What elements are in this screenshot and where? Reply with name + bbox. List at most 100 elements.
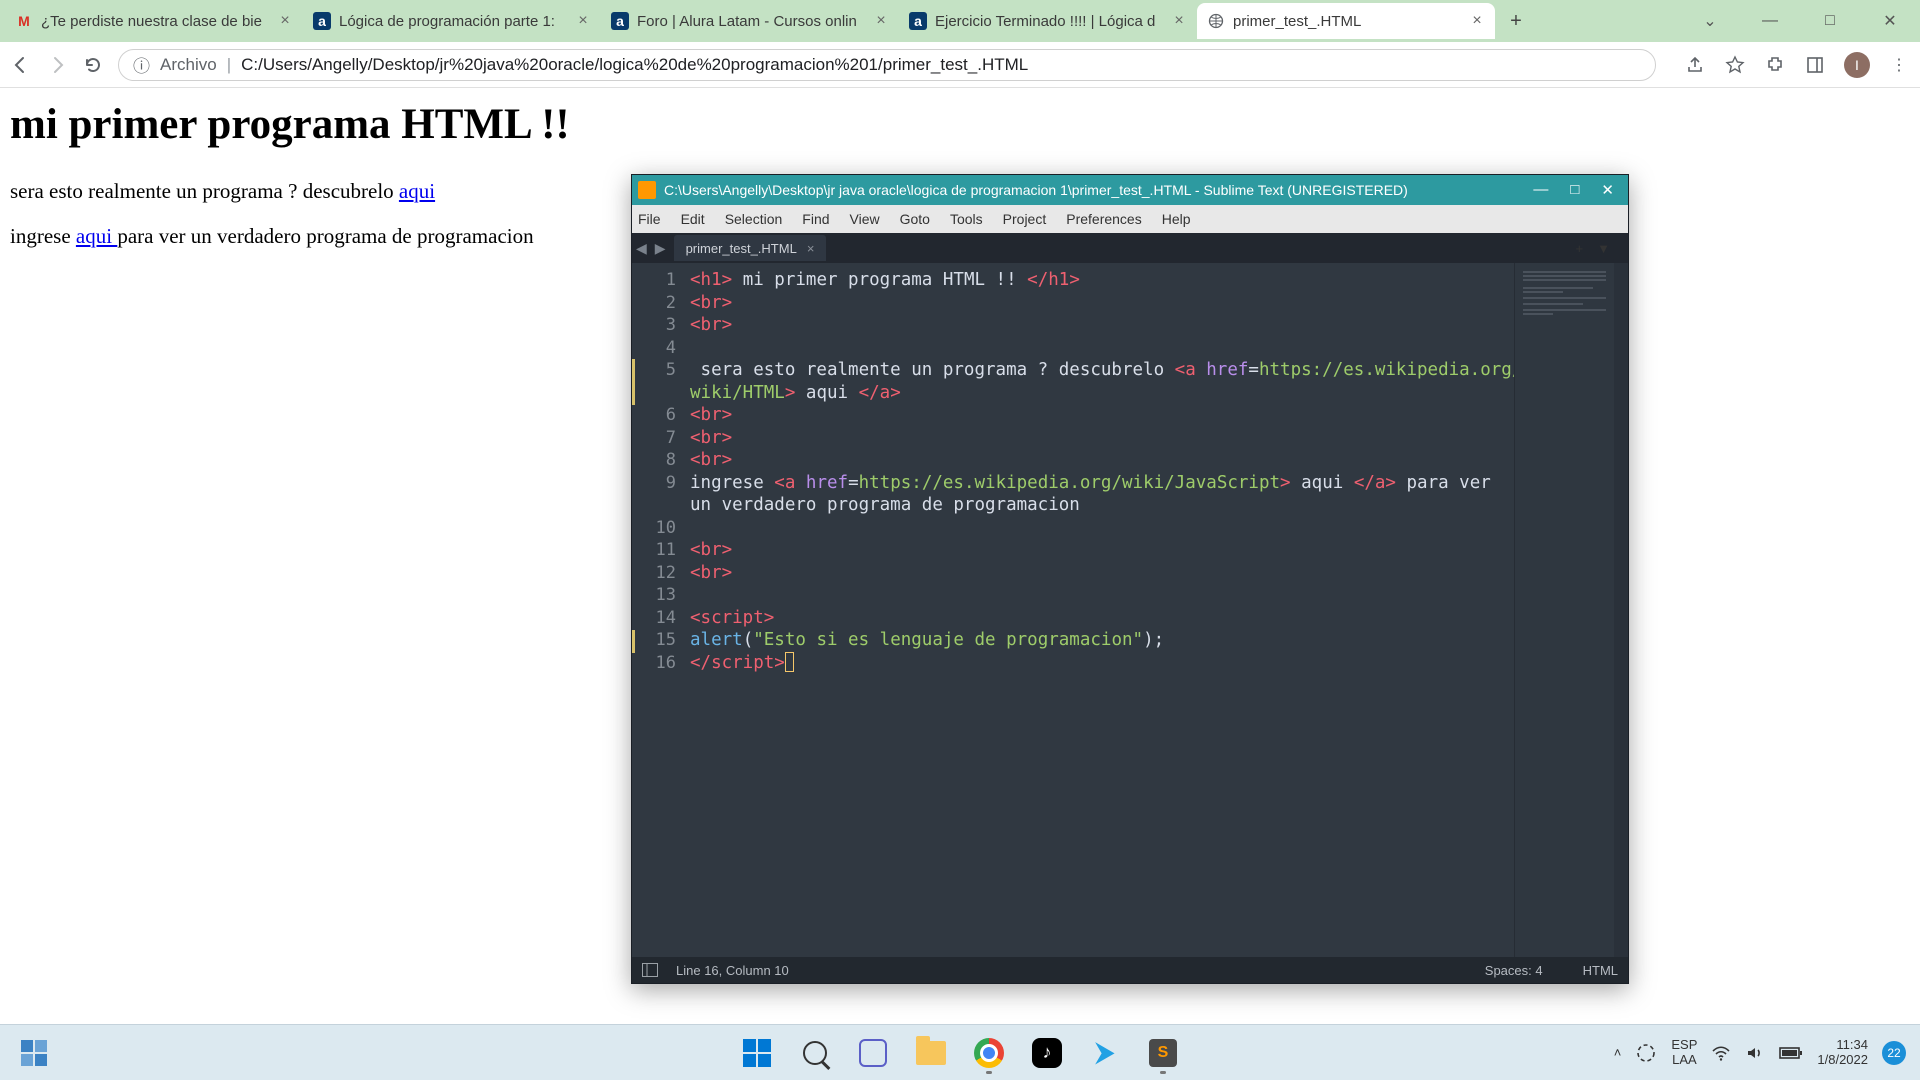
alura-icon: a [611, 12, 629, 30]
chevron-down-icon[interactable]: ▼ [1597, 241, 1610, 256]
file-tab-label: primer_test_.HTML [686, 241, 797, 256]
tiktok-button[interactable]: ♪ [1025, 1031, 1069, 1075]
browser-tab[interactable]: a Ejercicio Terminado !!!! | Lógica d × [899, 3, 1197, 39]
sublime-icon [638, 181, 656, 199]
chrome-tab-strip: M ¿Te perdiste nuestra clase de bie × a … [0, 0, 1920, 42]
browser-tab-active[interactable]: primer_test_.HTML × [1197, 3, 1495, 39]
sublime-text-window: C:\Users\Angelly\Desktop\jr java oracle\… [631, 174, 1629, 984]
minimap[interactable] [1514, 263, 1614, 957]
back-button[interactable] [10, 54, 32, 76]
notification-badge[interactable]: 22 [1882, 1041, 1906, 1065]
text: sera esto realmente un programa ? descub… [10, 179, 399, 203]
menu-project[interactable]: Project [1003, 211, 1047, 227]
menu-selection[interactable]: Selection [725, 211, 783, 227]
close-icon[interactable]: × [1171, 13, 1187, 29]
address-bar[interactable]: ⓘ Archivo | C:/Users/Angelly/Desktop/jr%… [118, 49, 1656, 81]
close-button[interactable]: ✕ [1860, 0, 1920, 42]
close-icon[interactable]: × [807, 241, 815, 256]
keyboard-layout[interactable]: LAA [1671, 1053, 1697, 1067]
sublime-titlebar[interactable]: C:\Users\Angelly\Desktop\jr java oracle\… [632, 175, 1628, 205]
windows-taskbar: ♪ ⮞ S ˄ ESP LAA 11:34 1/8/2022 22 [0, 1024, 1920, 1080]
close-icon[interactable]: × [1469, 13, 1485, 29]
tab-title: Lógica de programación parte 1: [339, 13, 567, 30]
tab-title: primer_test_.HTML [1233, 13, 1461, 30]
menu-view[interactable]: View [850, 211, 880, 227]
system-tray: ˄ ESP LAA 11:34 1/8/2022 22 [1614, 1038, 1920, 1067]
nav-back-icon[interactable]: ◀ [636, 240, 647, 257]
page-title: mi primer programa HTML !! [10, 100, 1910, 149]
chrome-button[interactable] [967, 1031, 1011, 1075]
keyboard-lang[interactable]: ESP [1671, 1038, 1697, 1052]
maximize-button[interactable]: □ [1800, 0, 1860, 42]
browser-tab[interactable]: a Lógica de programación parte 1: × [303, 3, 601, 39]
chevron-down-icon[interactable]: ⌄ [1680, 0, 1740, 42]
menu-edit[interactable]: Edit [681, 211, 705, 227]
profile-avatar[interactable]: I [1844, 52, 1870, 78]
forward-button[interactable] [46, 54, 68, 76]
battery-icon[interactable] [1779, 1046, 1803, 1060]
text-cursor [785, 652, 794, 672]
text: ingrese [10, 224, 76, 248]
vscode-button[interactable]: ⮞ [1083, 1031, 1127, 1075]
menu-help[interactable]: Help [1162, 211, 1191, 227]
url-scheme: Archivo [160, 55, 217, 75]
link-aqui[interactable]: aqui [399, 179, 435, 203]
search-button[interactable] [793, 1031, 837, 1075]
status-language[interactable]: HTML [1583, 963, 1618, 978]
reload-button[interactable] [82, 54, 104, 76]
chrome-toolbar: ⓘ Archivo | C:/Users/Angelly/Desktop/jr%… [0, 42, 1920, 88]
volume-icon[interactable] [1745, 1043, 1765, 1063]
menu-preferences[interactable]: Preferences [1066, 211, 1141, 227]
window-controls: ⌄ — □ ✕ [1680, 0, 1920, 42]
info-icon[interactable]: ⓘ [133, 52, 150, 77]
widgets-button[interactable] [14, 1033, 54, 1073]
tab-title: Ejercicio Terminado !!!! | Lógica d [935, 13, 1163, 30]
start-button[interactable] [735, 1031, 779, 1075]
wifi-icon[interactable] [1711, 1043, 1731, 1063]
code-area[interactable]: <h1> mi primer programa HTML !! </h1> <b… [684, 263, 1514, 957]
status-position[interactable]: Line 16, Column 10 [676, 963, 789, 978]
text: para ver un verdadero programa de progra… [117, 224, 533, 248]
menu-find[interactable]: Find [802, 211, 829, 227]
alura-icon: a [909, 12, 927, 30]
clock-time[interactable]: 11:34 [1817, 1038, 1868, 1052]
close-icon[interactable]: × [575, 13, 591, 29]
file-tab[interactable]: primer_test_.HTML × [674, 235, 827, 261]
sublime-tab-bar: ◀ ▶ primer_test_.HTML × + ▼ [632, 233, 1628, 263]
close-button[interactable]: ✕ [1601, 181, 1614, 199]
sidepanel-icon[interactable] [1804, 54, 1826, 76]
status-spaces[interactable]: Spaces: 4 [1485, 963, 1543, 978]
sidebar-toggle-icon[interactable] [642, 963, 658, 977]
share-icon[interactable] [1684, 54, 1706, 76]
nav-forward-icon[interactable]: ▶ [655, 240, 666, 257]
bookmark-icon[interactable] [1724, 54, 1746, 76]
menu-tools[interactable]: Tools [950, 211, 983, 227]
close-icon[interactable]: × [873, 13, 889, 29]
file-explorer-button[interactable] [909, 1031, 953, 1075]
new-tab-button[interactable]: + [1501, 10, 1531, 33]
toolbar-right: I ⋮ [1684, 52, 1910, 78]
browser-tab[interactable]: M ¿Te perdiste nuestra clase de bie × [5, 3, 303, 39]
onedrive-icon[interactable] [1635, 1042, 1657, 1064]
editor-body: 12345 6789 10111213141516 <h1> mi primer… [632, 263, 1628, 957]
tab-title: ¿Te perdiste nuestra clase de bie [41, 13, 269, 30]
taskbar-center: ♪ ⮞ S [735, 1031, 1185, 1075]
tray-chevron-icon[interactable]: ˄ [1614, 1045, 1622, 1060]
sublime-button[interactable]: S [1141, 1031, 1185, 1075]
maximize-button[interactable]: □ [1570, 181, 1579, 199]
minimize-button[interactable]: — [1533, 181, 1548, 199]
menu-goto[interactable]: Goto [900, 211, 930, 227]
line-gutter[interactable]: 12345 6789 10111213141516 [632, 263, 684, 957]
minimize-button[interactable]: — [1740, 0, 1800, 42]
menu-file[interactable]: File [638, 211, 661, 227]
browser-tab[interactable]: a Foro | Alura Latam - Cursos onlin × [601, 3, 899, 39]
tab-title: Foro | Alura Latam - Cursos onlin [637, 13, 865, 30]
link-aqui[interactable]: aqui [76, 224, 117, 248]
extensions-icon[interactable] [1764, 54, 1786, 76]
scrollbar[interactable] [1614, 263, 1628, 957]
close-icon[interactable]: × [277, 13, 293, 29]
clock-date[interactable]: 1/8/2022 [1817, 1053, 1868, 1067]
chat-button[interactable] [851, 1031, 895, 1075]
new-tab-icon[interactable]: + [1576, 241, 1584, 256]
kebab-menu-icon[interactable]: ⋮ [1888, 54, 1910, 76]
